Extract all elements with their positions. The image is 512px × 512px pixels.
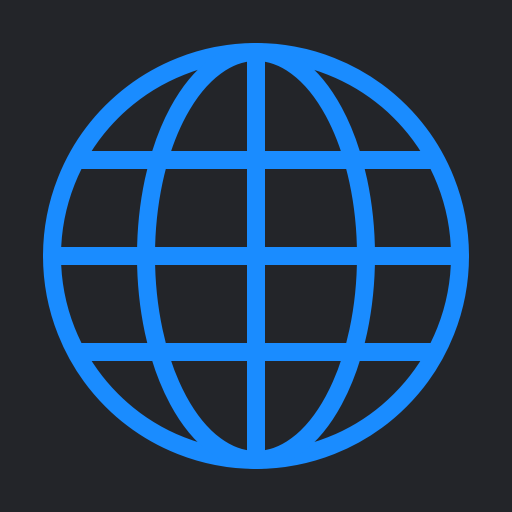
globe-icon bbox=[43, 43, 469, 469]
app-icon bbox=[0, 0, 512, 512]
